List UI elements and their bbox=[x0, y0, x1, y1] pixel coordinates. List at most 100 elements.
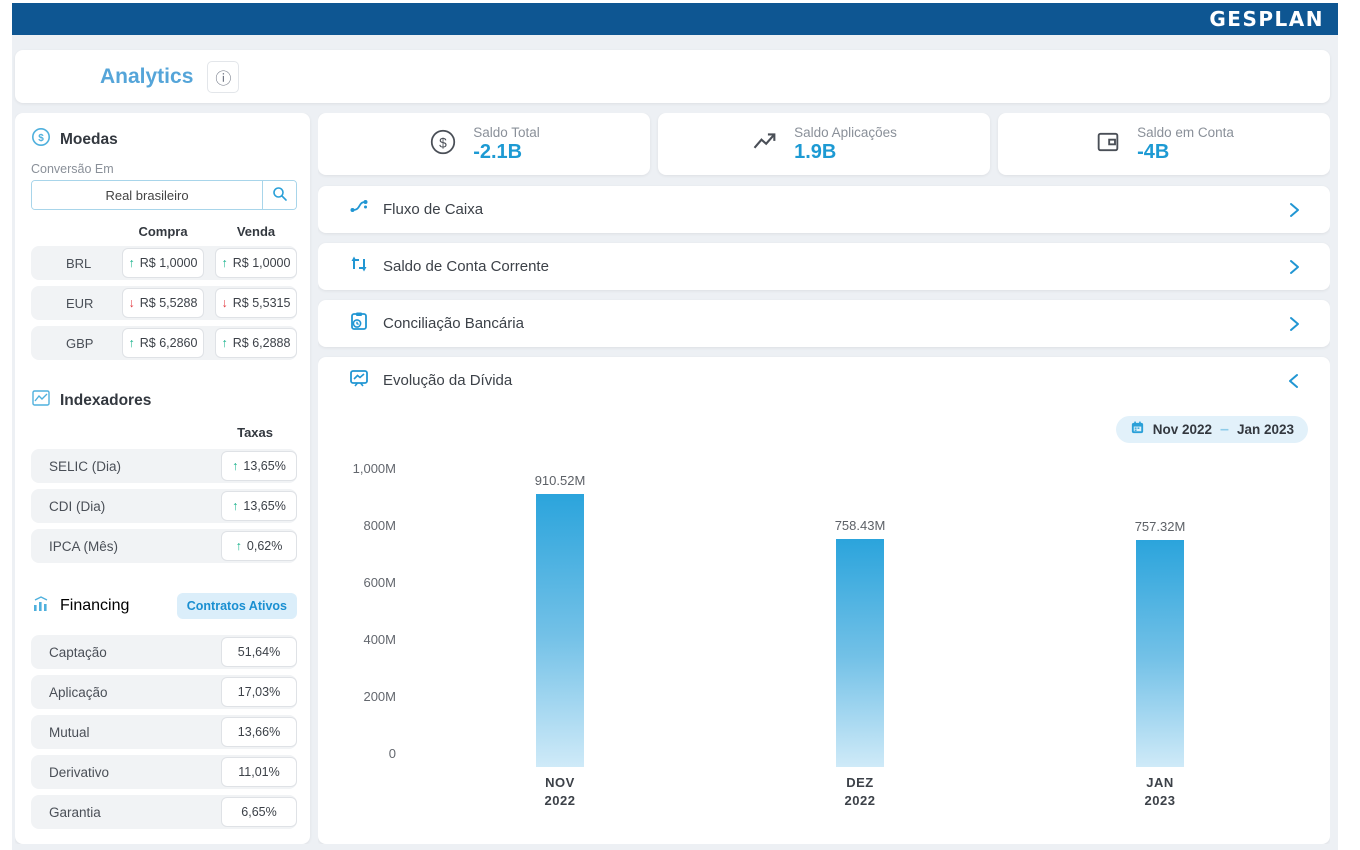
info-icon: ⓘ bbox=[215, 65, 231, 89]
bar-group-dez-2022: 758.43M DEZ2022 bbox=[710, 467, 1010, 767]
section-label: Saldo de Conta Corrente bbox=[383, 258, 1286, 275]
venda-value: R$ 1,0000 bbox=[233, 256, 291, 270]
date-range-row: Nov 2022 – Jan 2023 bbox=[318, 416, 1330, 443]
search-button[interactable] bbox=[262, 181, 296, 209]
gesplan-logo: GESPLAN bbox=[1209, 7, 1324, 31]
financing-section-header: Financing Contratos Ativos bbox=[31, 593, 297, 619]
bar-chart-up-icon bbox=[31, 594, 51, 619]
financing-label: Captação bbox=[49, 645, 107, 660]
section-saldo-conta-corrente[interactable]: Saldo de Conta Corrente bbox=[318, 243, 1330, 290]
section-label: Conciliação Bancária bbox=[383, 315, 1286, 332]
chevron-right-icon[interactable] bbox=[1286, 315, 1302, 333]
page-header-panel: Analytics ⓘ bbox=[15, 50, 1330, 103]
currency-row-brl: BRL ↑R$ 1,0000 ↑R$ 1,0000 bbox=[31, 246, 297, 280]
date-range-picker[interactable]: Nov 2022 – Jan 2023 bbox=[1116, 416, 1308, 443]
index-row-cdi: CDI (Dia) ↑ 13,65% bbox=[31, 489, 297, 523]
sidebar-panel: $ Moedas Conversão Em Compra Venda bbox=[15, 113, 310, 844]
financing-value: 11,01% bbox=[238, 765, 279, 779]
card-value: -4B bbox=[1137, 141, 1234, 164]
section-conciliacao-bancaria[interactable]: Conciliação Bancária bbox=[318, 300, 1330, 347]
bar-value-label: 757.32M bbox=[1135, 519, 1186, 534]
financing-value-box: 17,03% bbox=[221, 677, 297, 707]
conversion-input[interactable] bbox=[32, 181, 262, 209]
financing-value: 6,65% bbox=[241, 805, 276, 819]
venda-value-box: ↑ R$ 1,0000 bbox=[215, 248, 297, 278]
summary-cards: $ Saldo Total -2.1B Saldo Aplicações bbox=[318, 113, 1330, 175]
venda-value: R$ 6,2888 bbox=[233, 336, 291, 350]
venda-column-header: Venda bbox=[215, 224, 297, 239]
taxas-column-header: Taxas bbox=[31, 425, 297, 440]
swap-arrows-icon bbox=[348, 253, 370, 280]
chevron-right-icon[interactable] bbox=[1286, 201, 1302, 219]
info-button[interactable]: ⓘ bbox=[207, 61, 239, 93]
y-tick: 1,000M bbox=[353, 461, 396, 476]
calendar-icon bbox=[1130, 420, 1145, 440]
compra-column-header: Compra bbox=[122, 224, 204, 239]
arrow-up-icon: ↑ bbox=[232, 459, 238, 473]
debt-bar-chart: 1,000M 800M 600M 400M 200M 0 910.52M bbox=[318, 443, 1330, 844]
financing-value-box: 13,66% bbox=[221, 717, 297, 747]
top-navigation-bar: GESPLAN bbox=[12, 3, 1338, 35]
chevron-right-icon[interactable] bbox=[1286, 258, 1302, 276]
bar-group-jan-2023: 757.32M JAN2023 bbox=[1010, 467, 1310, 767]
financing-value: 13,66% bbox=[238, 725, 280, 739]
venda-value: R$ 5,5315 bbox=[233, 296, 291, 310]
page-title: Analytics bbox=[100, 65, 193, 89]
x-axis-label: DEZ2022 bbox=[710, 774, 1010, 810]
taxa-value-box: ↑0,62% bbox=[221, 531, 297, 561]
search-icon bbox=[272, 186, 288, 205]
financing-title: Financing bbox=[60, 597, 129, 615]
page-content: Analytics ⓘ $ Moedas Conversão Em bbox=[12, 35, 1338, 850]
card-label: Saldo Total bbox=[473, 125, 540, 140]
taxa-value: 0,62% bbox=[247, 539, 282, 553]
y-tick: 800M bbox=[363, 518, 396, 533]
y-tick: 0 bbox=[389, 746, 396, 761]
compra-value: R$ 5,5288 bbox=[140, 296, 198, 310]
y-tick: 600M bbox=[363, 575, 396, 590]
dollar-circle-icon: $ bbox=[31, 127, 51, 152]
contratos-ativos-badge[interactable]: Contratos Ativos bbox=[177, 593, 297, 619]
indexadores-section-header: Indexadores bbox=[31, 388, 297, 413]
saldo-em-conta-card: Saldo em Conta -4B bbox=[998, 113, 1330, 175]
taxa-value-box: ↑ 13,65% bbox=[221, 451, 297, 481]
arrow-up-icon: ↑ bbox=[232, 499, 238, 513]
financing-value-box: 11,01% bbox=[221, 757, 297, 787]
financing-label: Mutual bbox=[49, 725, 90, 740]
card-value: 1.9B bbox=[794, 141, 897, 164]
moedas-title: Moedas bbox=[60, 131, 118, 149]
index-label: SELIC (Dia) bbox=[49, 459, 121, 474]
currency-column-headers: Compra Venda bbox=[31, 224, 297, 239]
bar-nov-2022: 910.52M bbox=[536, 494, 584, 767]
main-column: $ Saldo Total -2.1B Saldo Aplicações bbox=[318, 113, 1330, 844]
financing-row-captacao: Captação 51,64% bbox=[31, 635, 297, 669]
saldo-aplicacoes-card: Saldo Aplicações 1.9B bbox=[658, 113, 990, 175]
section-label: Fluxo de Caixa bbox=[383, 201, 1286, 218]
card-value: -2.1B bbox=[473, 141, 540, 164]
financing-row-mutual: Mutual 13,66% bbox=[31, 715, 297, 749]
chart-plot-area: 910.52M NOV2022 758.43M bbox=[410, 467, 1310, 767]
moedas-section-header: $ Moedas bbox=[31, 127, 297, 152]
taxa-value: 13,65% bbox=[243, 459, 285, 473]
arrow-up-icon: ↑ bbox=[129, 336, 135, 350]
line-chart-icon bbox=[31, 388, 51, 413]
index-label: CDI (Dia) bbox=[49, 499, 105, 514]
bar-jan-2023: 757.32M bbox=[1136, 540, 1184, 767]
debt-section-header[interactable]: Evolução da Dívida bbox=[318, 357, 1330, 404]
section-fluxo-de-caixa[interactable]: Fluxo de Caixa bbox=[318, 186, 1330, 233]
wallet-icon bbox=[1094, 128, 1122, 161]
arrow-up-icon: ↑ bbox=[129, 256, 135, 270]
dollar-circle-icon: $ bbox=[428, 127, 458, 162]
svg-text:$: $ bbox=[38, 133, 44, 144]
clipboard-clock-icon bbox=[348, 310, 370, 337]
arrow-down-icon: ↓ bbox=[222, 296, 228, 310]
venda-value-box: ↓ R$ 5,5315 bbox=[215, 288, 297, 318]
section-label: Evolução da Dívida bbox=[383, 372, 1286, 389]
chevron-left-icon[interactable] bbox=[1286, 372, 1302, 390]
arrow-up-icon: ↑ bbox=[222, 256, 228, 270]
date-range-separator: – bbox=[1220, 421, 1229, 439]
compra-value: R$ 1,0000 bbox=[140, 256, 198, 270]
currency-row-eur: EUR ↓R$ 5,5288 ↓R$ 5,5315 bbox=[31, 286, 297, 320]
taxa-value: 13,65% bbox=[243, 499, 285, 513]
currency-code: GBP bbox=[66, 336, 122, 351]
app-window: GESPLAN Analytics ⓘ $ Moedas Conversão E… bbox=[12, 3, 1338, 850]
